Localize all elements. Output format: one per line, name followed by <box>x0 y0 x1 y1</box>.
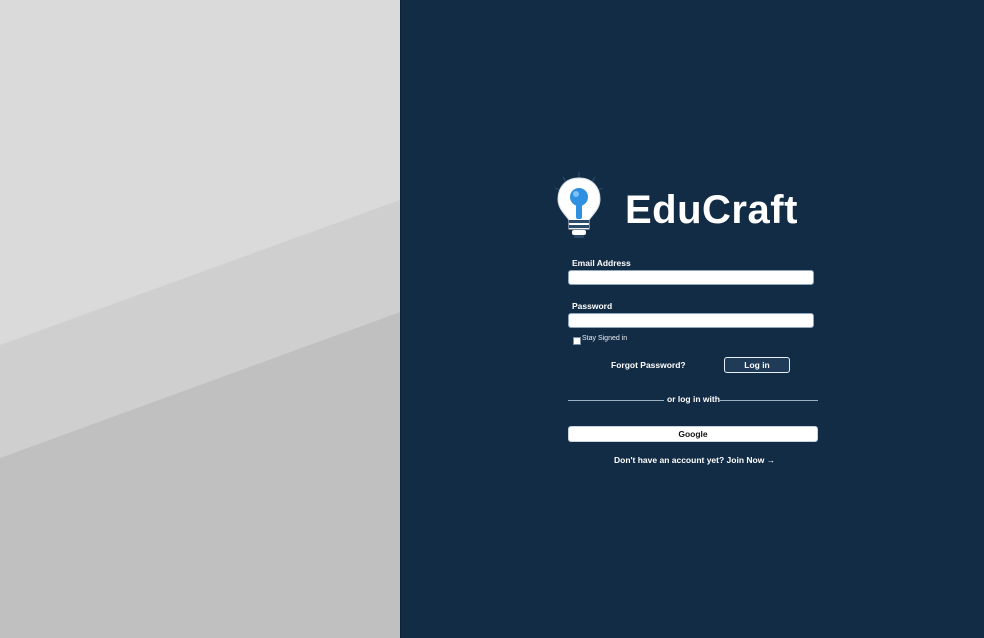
email-field[interactable] <box>568 270 814 285</box>
divider-text: or log in with <box>667 394 720 404</box>
forgot-password-link[interactable]: Forgot Password? <box>611 360 686 370</box>
join-now-link[interactable]: Don't have an account yet? Join Now → <box>614 455 775 465</box>
left-panel-shapes <box>0 0 400 638</box>
google-login-button[interactable]: Google <box>568 426 818 442</box>
password-label: Password <box>572 301 613 311</box>
email-label: Email Address <box>572 258 631 268</box>
divider-right <box>718 400 818 401</box>
password-field[interactable] <box>568 313 814 328</box>
brand-name: EduCraft <box>625 188 798 232</box>
divider-left <box>568 400 664 401</box>
stay-signed-in-label: Stay Signed in <box>582 335 628 342</box>
stay-signed-in-checkbox[interactable] <box>573 337 581 345</box>
decorative-left-panel <box>0 0 400 638</box>
login-button[interactable]: Log in <box>724 357 790 373</box>
